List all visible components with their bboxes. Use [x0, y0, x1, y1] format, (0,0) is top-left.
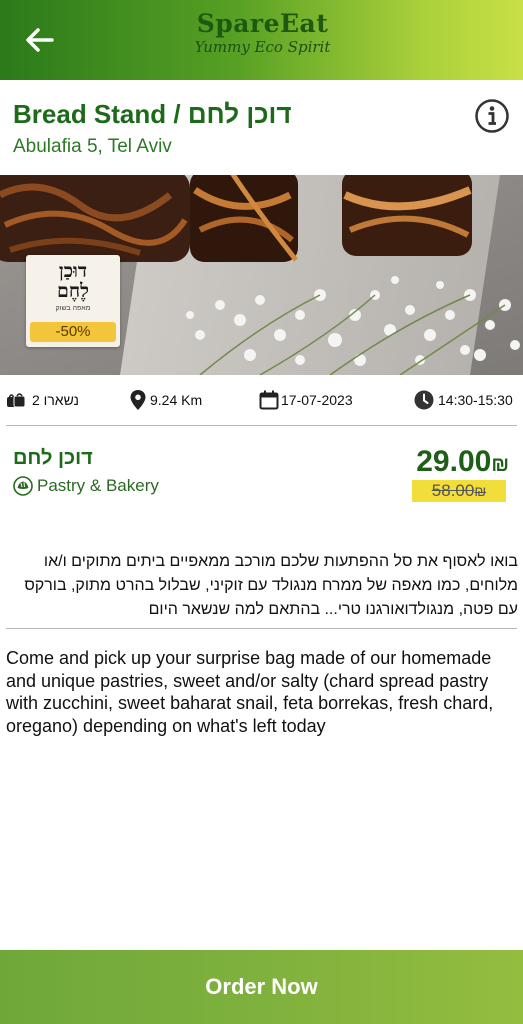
distance-label: 9.24 Km — [150, 392, 203, 408]
brand-logo: SpareEat Yummy Eco Spirit — [190, 10, 335, 57]
currency-symbol: ₪ — [491, 454, 509, 476]
store-name-hebrew: דוכן לחם — [13, 447, 93, 469]
current-price: 29.00₪ — [416, 445, 509, 479]
time-label: 14:30-15:30 — [438, 392, 513, 408]
badge-logo: דוּכַן לֶחֶם — [26, 261, 120, 301]
original-price: 58.00₪ — [412, 480, 506, 502]
brand-name: SpareEat — [196, 9, 329, 38]
info-circle-icon — [475, 99, 509, 133]
clock-icon — [414, 390, 434, 410]
calendar-icon — [259, 390, 279, 410]
brand-tagline: Yummy Eco Spirit — [194, 38, 331, 56]
old-currency-symbol: ₪ — [474, 483, 487, 499]
badge-subtitle: מאפה בשוק — [55, 305, 91, 312]
remaining-count: נשארו 2 — [6, 387, 79, 413]
app-header: SpareEat Yummy Eco Spirit — [0, 0, 523, 80]
bakery-icon — [13, 476, 33, 496]
location-pin-icon — [130, 390, 146, 410]
price-value: 29.00 — [416, 445, 492, 478]
badge-logo-line1: דוּכַן — [58, 260, 88, 282]
pickup-date: 17-07-2023 — [259, 387, 353, 413]
discount-badge: -50% — [30, 322, 116, 342]
remaining-label: נשארו 2 — [32, 392, 79, 408]
description-english: Come and pick up your surprise bag made … — [6, 648, 494, 736]
store-title: Bread Stand / דוכן לחם — [13, 99, 292, 129]
store-category: Pastry & Bakery — [13, 476, 159, 496]
info-button[interactable] — [474, 98, 510, 134]
store-badge: דוּכַן לֶחֶם מאפה בשוק -50% — [26, 255, 120, 347]
distance: 9.24 Km — [130, 387, 202, 413]
divider — [6, 425, 517, 426]
old-price-value: 58.00 — [431, 481, 475, 500]
category-label: Pastry & Bakery — [37, 476, 159, 495]
bags-icon — [7, 393, 26, 408]
order-now-button[interactable]: Order Now — [0, 950, 523, 1024]
date-label: 17-07-2023 — [281, 392, 353, 408]
store-address: Abulafia 5, Tel Aviv — [13, 136, 172, 157]
arrow-left-icon — [26, 28, 54, 52]
description-hebrew: בואו לאסוף את סל ההפתעות שלכם מורכב ממאפ… — [24, 553, 518, 618]
pickup-time: 14:30-15:30 — [414, 387, 513, 413]
back-button[interactable] — [20, 20, 60, 60]
divider — [6, 628, 517, 629]
badge-logo-line2: לֶחֶם — [57, 280, 89, 302]
